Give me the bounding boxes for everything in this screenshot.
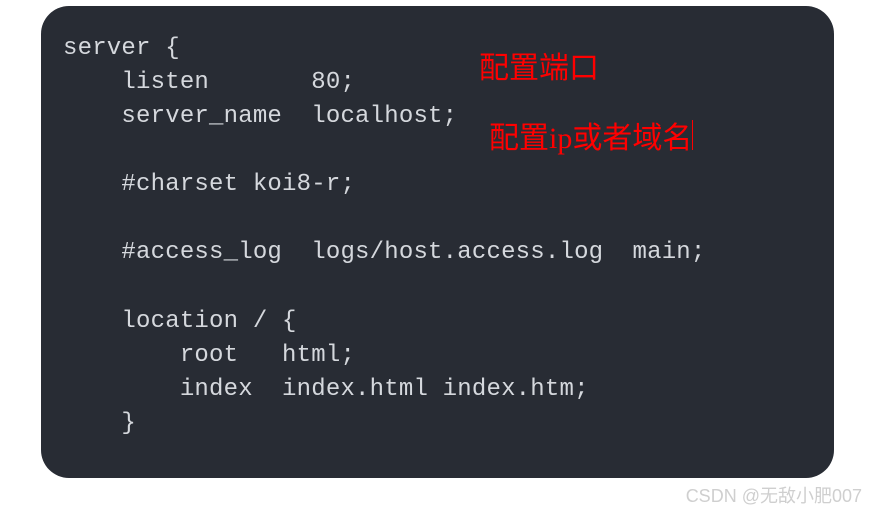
code-line-11: index index.html index.htm; [63,376,589,403]
annotation-host-text: 配置ip或者域名 [489,122,692,155]
code-line-2: listen 80; [63,69,355,96]
code-line-12: } [63,410,136,437]
code-line-1: server { [63,35,180,62]
code-line-9: location / { [63,308,297,335]
watermark: CSDN @无敌小肥007 [686,482,862,508]
code-line-3: server_name localhost; [63,103,457,130]
text-cursor-icon [692,120,693,150]
annotation-host: 配置ip或者域名 [489,118,693,161]
code-line-10: root html; [63,342,355,369]
code-line-5: #charset koi8-r; [63,171,355,198]
code-line-7: #access_log logs/host.access.log main; [63,239,706,266]
annotation-port: 配置端口 [479,48,599,91]
code-content: server { listen 80; server_name localhos… [63,32,812,441]
code-block: server { listen 80; server_name localhos… [41,6,834,478]
